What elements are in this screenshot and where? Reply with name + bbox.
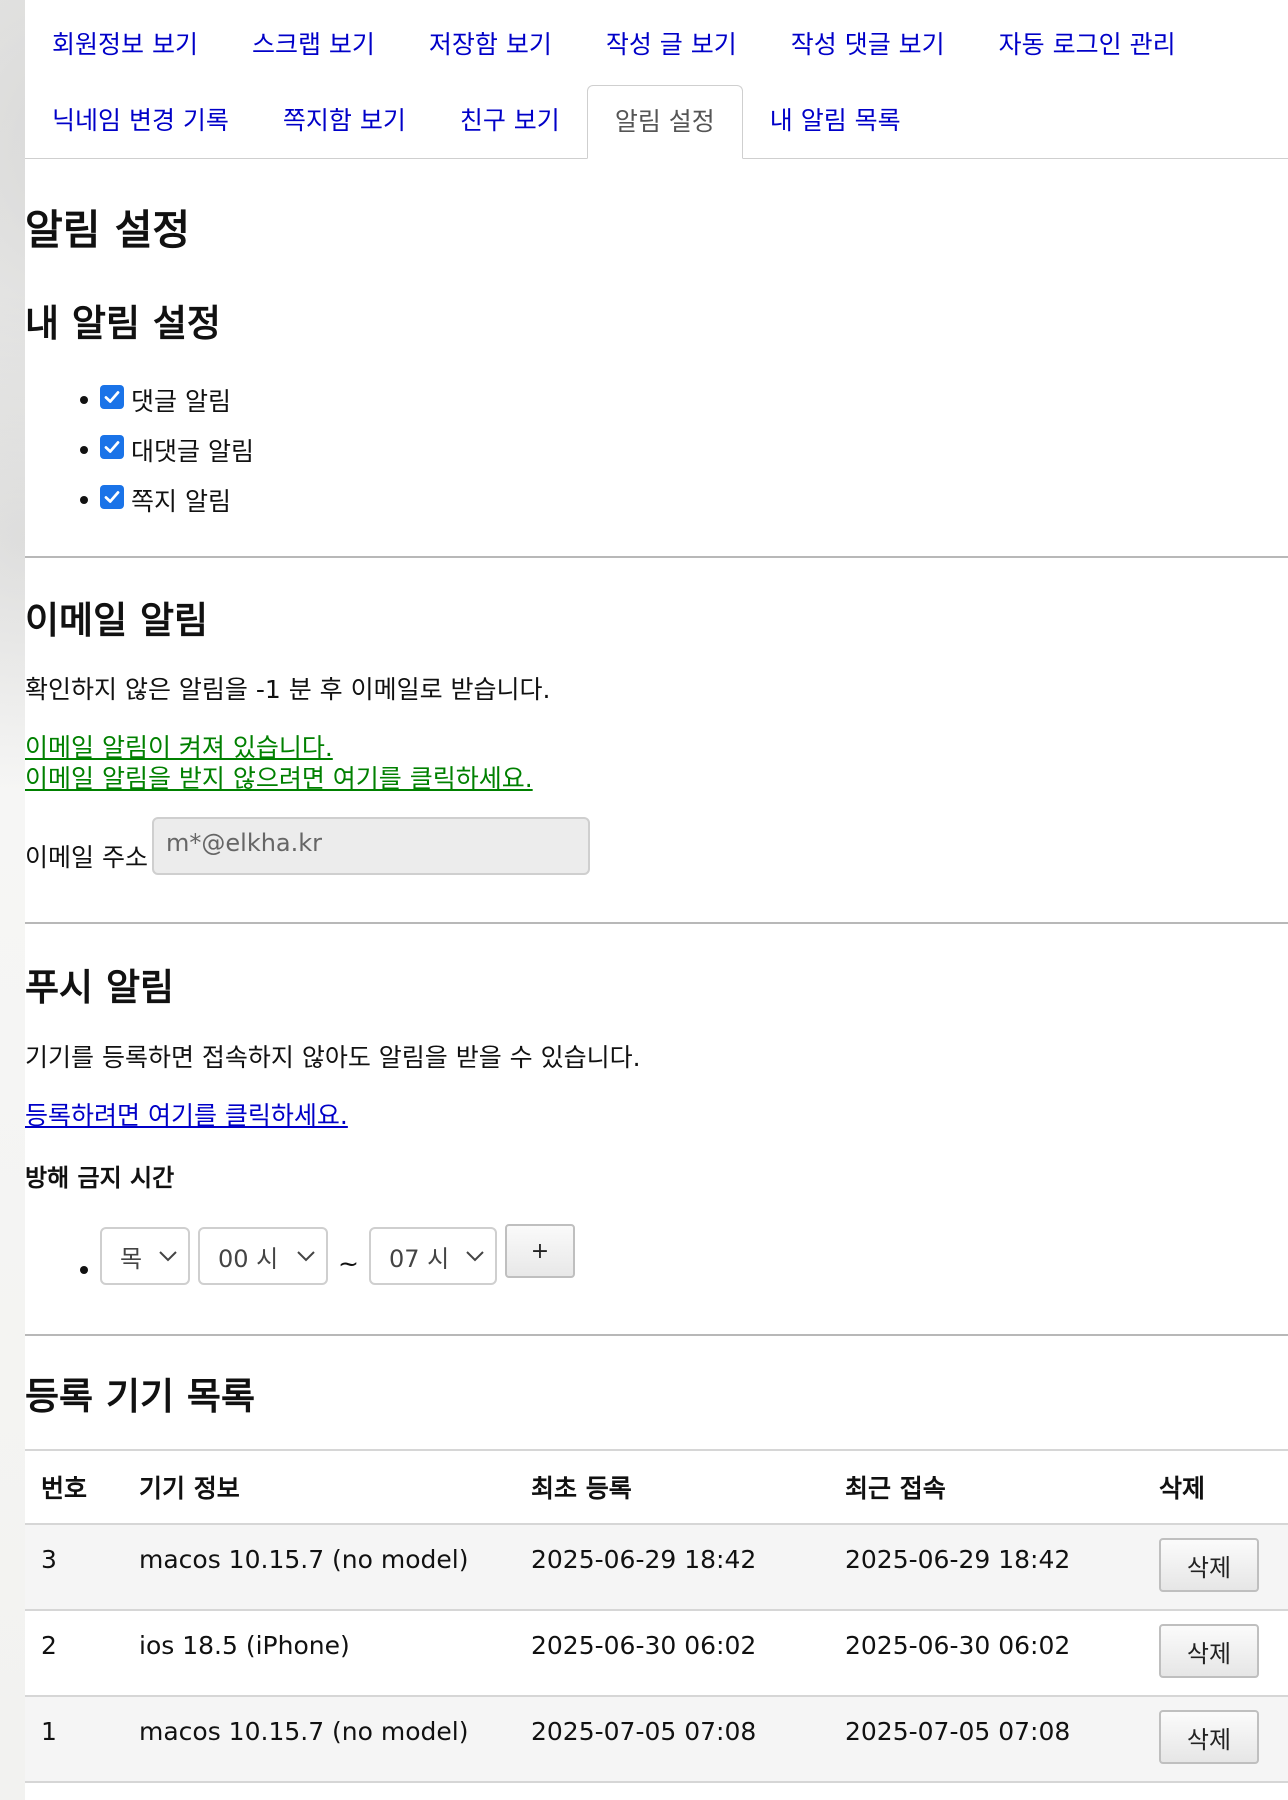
- my-notifications-heading: 내 알림 설정: [25, 302, 221, 345]
- tab-my-notifications[interactable]: 내 알림 목록: [743, 84, 928, 158]
- push-notification-heading: 푸시 알림: [25, 966, 175, 1009]
- bullet-icon: [80, 496, 88, 504]
- device-list-heading: 등록 기기 목록: [25, 1375, 256, 1418]
- tab-notification-settings[interactable]: 알림 설정: [586, 84, 743, 159]
- register-device-link[interactable]: 등록하려면 여기를 클릭하세요.: [25, 1096, 348, 1132]
- list-item: 댓글 알림: [80, 375, 254, 425]
- table-row: 3 macos 10.15.7 (no model) 2025-06-29 18…: [25, 1524, 1288, 1610]
- comment-alert-checkbox[interactable]: [100, 385, 124, 409]
- tab-my-comments[interactable]: 작성 댓글 보기: [764, 8, 972, 82]
- chevron-down-icon: [466, 1251, 484, 1262]
- col-device-info: 기기 정보: [139, 1474, 240, 1503]
- list-item: 쪽지 알림: [80, 475, 254, 525]
- table-row: 1 macos 10.15.7 (no model) 2025-07-05 07…: [25, 1696, 1288, 1782]
- device-delete-cell: 삭제: [1143, 1610, 1288, 1696]
- dnd-end-select[interactable]: 07 시: [368, 1227, 497, 1285]
- dnd-day-value: 목: [120, 1244, 143, 1273]
- device-number: 3: [41, 1545, 57, 1574]
- reply-alert-checkbox[interactable]: [100, 435, 124, 459]
- tab-scrap[interactable]: 스크랩 보기: [225, 8, 402, 82]
- col-number: 번호: [41, 1474, 88, 1503]
- message-alert-label: 쪽지 알림: [131, 487, 231, 516]
- device-last-access: 2025-06-29 18:42: [845, 1545, 1071, 1574]
- tab-my-posts[interactable]: 작성 글 보기: [579, 8, 764, 82]
- push-description: 기기를 등록하면 접속하지 않아도 알림을 받을 수 있습니다.: [25, 1043, 641, 1072]
- device-first-registered: 2025-06-29 18:42: [531, 1545, 757, 1574]
- email-description: 확인하지 않은 알림을 -1 분 후 이메일로 받습니다.: [25, 675, 551, 704]
- email-address-label: 이메일 주소: [25, 843, 148, 872]
- section-divider: [25, 922, 1288, 924]
- chevron-down-icon: [297, 1251, 315, 1262]
- section-divider: [25, 556, 1288, 558]
- tab-row-2: 닉네임 변경 기록 쪽지함 보기 친구 보기 알림 설정 내 알림 목록: [25, 84, 928, 159]
- device-first-registered: 2025-07-05 07:08: [531, 1717, 757, 1746]
- delete-device-button[interactable]: 삭제: [1159, 1710, 1259, 1764]
- device-delete-cell: 삭제: [1143, 1524, 1288, 1610]
- dnd-end-value: 07 시: [388, 1244, 450, 1273]
- checkmark-icon: [104, 441, 120, 453]
- table-row: 2 ios 18.5 (iPhone) 2025-06-30 06:02 202…: [25, 1610, 1288, 1696]
- device-info: macos 10.15.7 (no model): [139, 1717, 469, 1746]
- dnd-day-select[interactable]: 목: [100, 1227, 190, 1285]
- tab-saved[interactable]: 저장함 보기: [402, 8, 579, 82]
- bullet-icon: [80, 446, 88, 454]
- checkmark-icon: [104, 491, 120, 503]
- tab-auto-login[interactable]: 자동 로그인 관리: [972, 8, 1203, 82]
- page-content: 회원정보 보기 스크랩 보기 저장함 보기 작성 글 보기 작성 댓글 보기 자…: [25, 0, 1288, 1800]
- dnd-label: 방해 금지 시간: [25, 1164, 175, 1192]
- tab-nickname-history[interactable]: 닉네임 변경 기록: [25, 84, 256, 158]
- list-item: 대댓글 알림: [80, 425, 254, 475]
- dnd-start-value: 00 시: [218, 1244, 279, 1273]
- col-delete: 삭제: [1159, 1474, 1206, 1503]
- email-address-field[interactable]: m*@elkha.kr: [152, 817, 590, 875]
- comment-alert-label: 댓글 알림: [131, 387, 231, 416]
- tab-messages[interactable]: 쪽지함 보기: [256, 84, 433, 158]
- device-number: 1: [41, 1717, 57, 1746]
- bullet-icon: [80, 396, 88, 404]
- device-delete-cell: 삭제: [1143, 1696, 1288, 1782]
- email-notification-heading: 이메일 알림: [25, 599, 209, 642]
- section-divider: [25, 1334, 1288, 1336]
- bullet-icon: [80, 1266, 88, 1274]
- notification-checklist: 댓글 알림 대댓글 알림 쪽지 알림: [80, 375, 254, 525]
- device-first-registered: 2025-06-30 06:02: [531, 1631, 757, 1660]
- message-alert-checkbox[interactable]: [100, 485, 124, 509]
- delete-device-button[interactable]: 삭제: [1159, 1624, 1259, 1678]
- tab-member-info[interactable]: 회원정보 보기: [25, 8, 225, 82]
- dnd-separator: ~: [338, 1248, 359, 1278]
- tab-friends[interactable]: 친구 보기: [433, 84, 587, 158]
- page-title: 알림 설정: [25, 206, 191, 254]
- device-number: 2: [41, 1631, 57, 1660]
- table-header-row: 번호 기기 정보 최초 등록 최근 접속 삭제: [25, 1450, 1288, 1524]
- reply-alert-label: 대댓글 알림: [131, 437, 254, 466]
- col-first-registered: 최초 등록: [531, 1474, 632, 1503]
- tab-row-1: 회원정보 보기 스크랩 보기 저장함 보기 작성 글 보기 작성 댓글 보기 자…: [25, 8, 1203, 82]
- device-last-access: 2025-06-30 06:02: [845, 1631, 1071, 1660]
- device-table: 번호 기기 정보 최초 등록 최근 접속 삭제 3 macos 10.15.7 …: [25, 1449, 1288, 1783]
- device-info: ios 18.5 (iPhone): [139, 1631, 350, 1660]
- col-last-access: 최근 접속: [845, 1474, 946, 1503]
- device-info: macos 10.15.7 (no model): [139, 1545, 469, 1574]
- add-dnd-button[interactable]: +: [504, 1224, 575, 1278]
- checkmark-icon: [104, 391, 120, 403]
- device-last-access: 2025-07-05 07:08: [845, 1717, 1071, 1746]
- dnd-time-row: 목 00 시 ~ 07 시 +: [80, 1224, 575, 1286]
- tab-bar: 회원정보 보기 스크랩 보기 저장함 보기 작성 글 보기 작성 댓글 보기 자…: [25, 0, 1288, 159]
- email-unsubscribe-link[interactable]: 이메일 알림을 받지 않으려면 여기를 클릭하세요.: [25, 759, 533, 795]
- delete-device-button[interactable]: 삭제: [1159, 1538, 1259, 1592]
- chevron-down-icon: [159, 1251, 177, 1262]
- dnd-start-select[interactable]: 00 시: [198, 1227, 328, 1285]
